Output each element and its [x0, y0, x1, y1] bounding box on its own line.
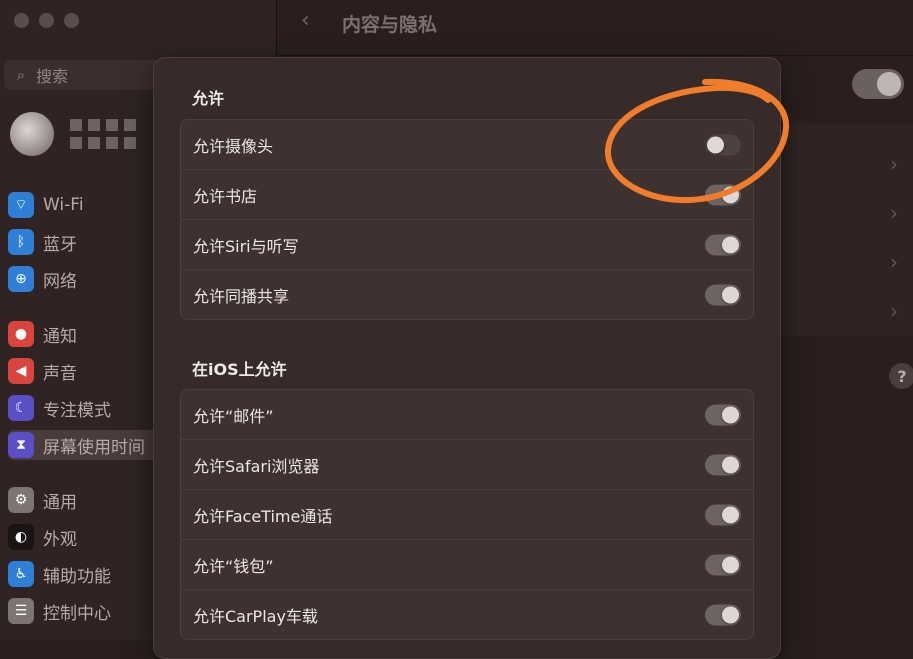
setting-toggle[interactable]	[705, 554, 741, 575]
toggle-knob	[722, 556, 739, 573]
toggle-knob	[722, 236, 739, 253]
search-icon: ⌕	[16, 66, 26, 84]
setting-label: 允许Siri与听写	[193, 236, 299, 256]
control-center-icon: ☰	[8, 598, 34, 624]
globe-icon: ⊕	[8, 266, 34, 292]
settings-row: 允许摄像头	[181, 120, 753, 170]
sidebar-item-label: 声音	[43, 363, 77, 384]
toggle-knob	[722, 186, 739, 203]
setting-toggle[interactable]	[705, 504, 741, 525]
page-title: 内容与隐私	[342, 14, 438, 36]
setting-label: 允许同播共享	[193, 286, 290, 306]
settings-row: 允许同播共享	[181, 270, 753, 319]
sidebar-item-label: 蓝牙	[43, 234, 77, 255]
settings-row: 允许书店	[181, 170, 753, 220]
sidebar-item-label: 通用	[43, 492, 77, 513]
settings-row: 允许Siri与听写	[181, 220, 753, 270]
accessibility-icon: ♿	[8, 561, 34, 587]
section-title-ios-allow: 在iOS上允许	[192, 360, 287, 379]
toggle-knob	[722, 406, 739, 423]
settings-row: 允许“邮件”	[181, 390, 753, 440]
setting-toggle[interactable]	[705, 604, 741, 625]
speaker-icon: ◀	[8, 358, 34, 384]
header-divider	[277, 55, 913, 56]
setting-toggle[interactable]	[705, 404, 741, 425]
setting-label: 允许“钱包”	[193, 556, 274, 576]
chevron-right-icon[interactable]: ›	[890, 201, 898, 225]
help-button[interactable]: ?	[889, 363, 913, 389]
settings-row: 允许“钱包”	[181, 540, 753, 590]
zoom-window-button[interactable]	[64, 13, 79, 28]
sidebar-item-label: 通知	[43, 326, 77, 347]
sidebar-item-label: 控制中心	[43, 603, 111, 624]
setting-toggle[interactable]	[705, 134, 741, 155]
setting-toggle[interactable]	[705, 284, 741, 305]
content-privacy-sheet: 允许 允许摄像头允许书店允许Siri与听写 允许同播共享 在iOS上允许 允许“邮…	[153, 57, 781, 659]
setting-label: 允许书店	[193, 186, 258, 206]
minimize-window-button[interactable]	[39, 13, 54, 28]
sidebar-item-label: 专注模式	[43, 400, 111, 421]
profile-name-blurred	[70, 119, 136, 149]
avatar	[10, 112, 54, 156]
toggle-knob	[722, 456, 739, 473]
gear-icon: ⚙	[8, 487, 34, 513]
setting-toggle[interactable]	[705, 184, 741, 205]
sidebar-item-label: 外观	[43, 529, 77, 550]
setting-label: 允许FaceTime通话	[193, 506, 333, 526]
notification-icon: ●	[8, 321, 34, 347]
setting-toggle[interactable]	[705, 454, 741, 475]
toggle-knob	[722, 286, 739, 303]
chevron-right-icon[interactable]: ›	[890, 152, 898, 176]
back-chevron-icon[interactable]: ‹	[301, 8, 310, 33]
ios-allow-settings-group: 允许“邮件” 允许Safari浏览器 允许FaceTime通话 允许“钱包” 允许Car…	[180, 389, 754, 640]
bluetooth-icon: ᛒ	[8, 229, 34, 255]
hourglass-icon: ⧗	[8, 432, 34, 458]
chevron-right-icon[interactable]: ›	[890, 299, 898, 323]
setting-label: 允许“邮件”	[193, 406, 274, 426]
settings-row: 允许CarPlay车载	[181, 590, 753, 639]
sidebar-item-label: 网络	[43, 271, 77, 292]
section-title-allow: 允许	[192, 89, 225, 108]
search-placeholder: 搜索	[36, 67, 69, 86]
sidebar-item-label: 辅助功能	[43, 566, 111, 587]
settings-row: 允许Safari浏览器	[181, 440, 753, 490]
allow-settings-group: 允许摄像头允许书店允许Siri与听写 允许同播共享	[180, 119, 754, 320]
setting-toggle[interactable]	[705, 234, 741, 255]
toggle-knob	[707, 136, 724, 153]
sidebar-item-label: Wi-Fi	[43, 195, 84, 215]
toggle-knob	[722, 506, 739, 523]
user-profile[interactable]	[10, 112, 136, 156]
close-window-button[interactable]	[14, 13, 29, 28]
toggle-knob	[722, 606, 739, 623]
setting-label: 允许Safari浏览器	[193, 456, 320, 476]
sidebar-item-label: 屏幕使用时间	[43, 437, 145, 458]
settings-row: 允许FaceTime通话	[181, 490, 753, 540]
moon-icon: ☾	[8, 395, 34, 421]
setting-label: 允许摄像头	[193, 136, 274, 156]
setting-label: 允许CarPlay车载	[193, 606, 318, 626]
chevron-right-icon[interactable]: ›	[890, 250, 898, 274]
wifi-icon: ⌔	[8, 192, 34, 218]
appearance-icon: ◐	[8, 524, 34, 550]
background-toggle[interactable]	[852, 69, 904, 99]
window-controls	[14, 13, 79, 28]
